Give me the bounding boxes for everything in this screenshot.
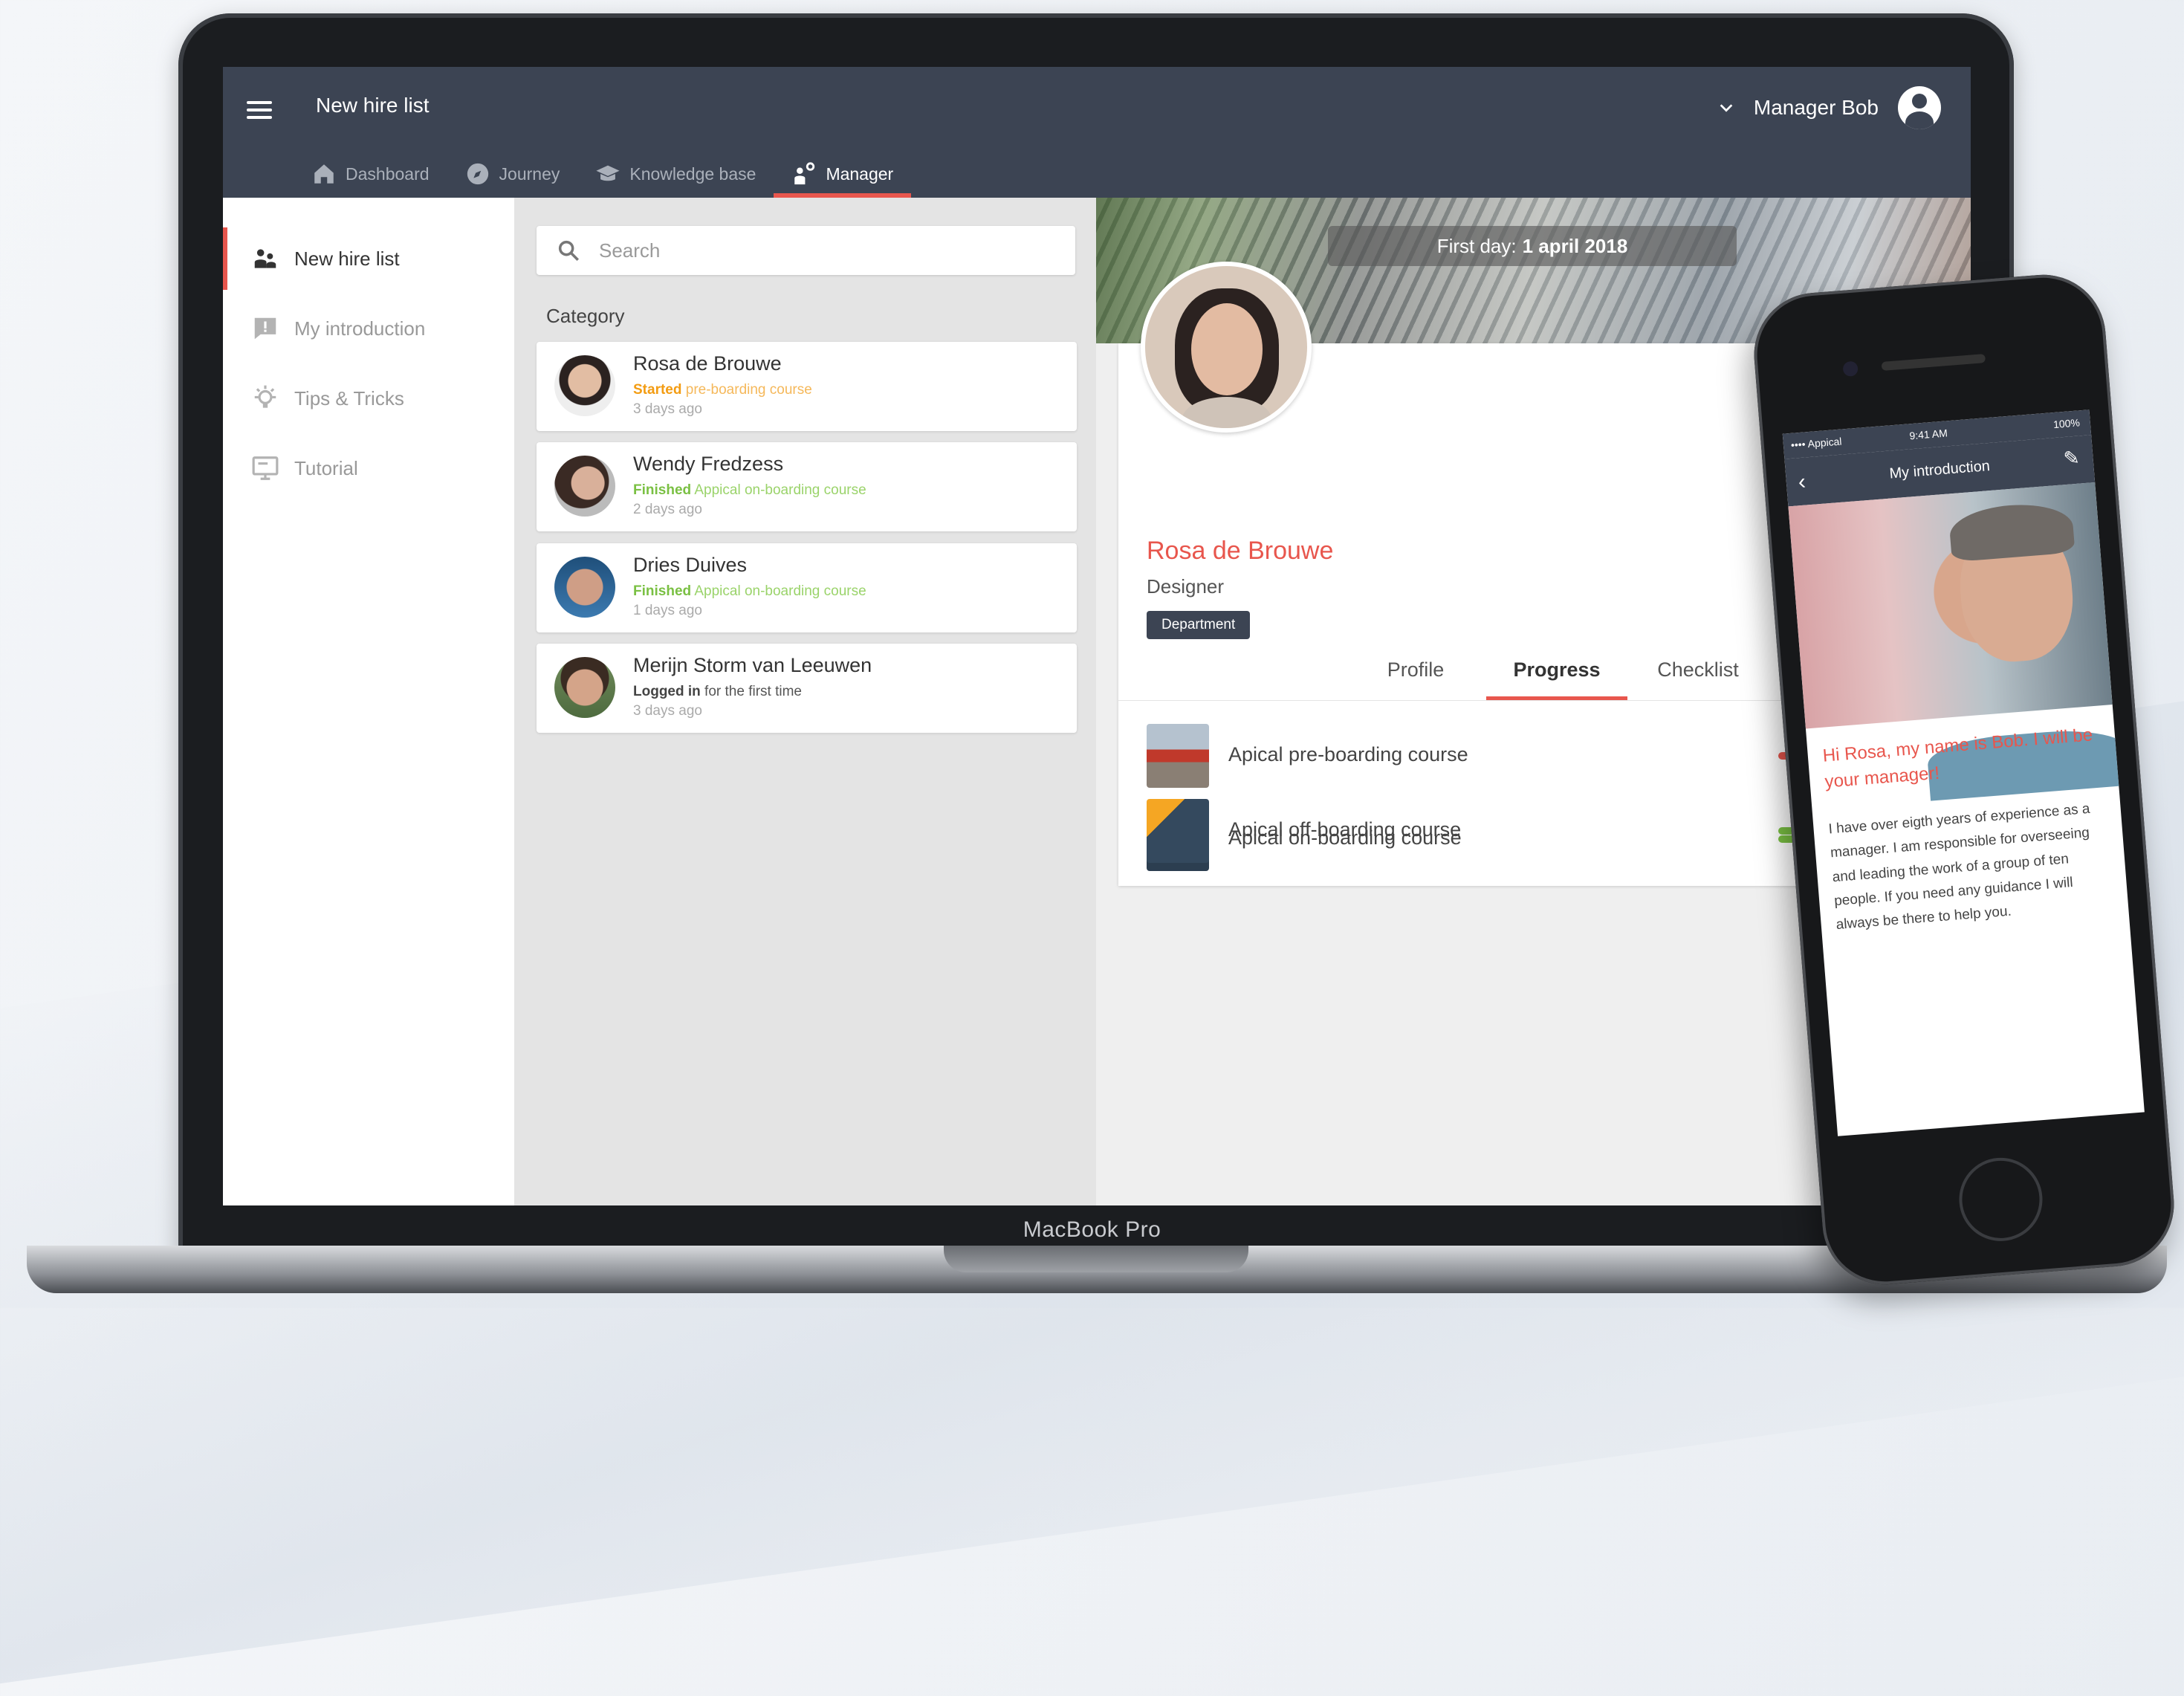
category-label: Category (546, 305, 625, 327)
compass-icon (467, 163, 488, 185)
new-hire-list-panel: Category Rosa de Brouwe Started pre-boar… (514, 198, 1096, 1205)
search-box[interactable] (537, 226, 1075, 275)
hire-name: Rosa de Brouwe (633, 352, 782, 375)
people-icon (254, 249, 276, 268)
list-item[interactable]: Merijn Storm van Leeuwen Logged in for t… (537, 644, 1077, 733)
chevron-down-icon[interactable] (1718, 100, 1734, 116)
hire-name: Merijn Storm van Leeuwen (633, 654, 872, 676)
account-icon[interactable] (1898, 86, 1941, 129)
profile-role: Designer (1147, 575, 1225, 598)
sidebar-item-label: New hire list (294, 247, 400, 270)
carrier-label: •••• Appical (1790, 435, 1843, 451)
course-title: Apical off-boarding course (1228, 818, 1462, 841)
hire-status: Started pre-boarding course (633, 382, 812, 398)
avatar (554, 355, 615, 416)
graduation-cap-icon (596, 165, 620, 181)
list-item[interactable]: Dries Duives Finished Appical on-boardin… (537, 543, 1077, 632)
course-thumbnail (1147, 799, 1209, 863)
hire-name: Wendy Fredzess (633, 453, 784, 475)
search-input[interactable] (597, 238, 1046, 263)
home-button[interactable] (1956, 1154, 2046, 1245)
tab-checklist[interactable]: Checklist (1627, 654, 1769, 700)
phone-screen: •••• Appical 9:41 AM 100% ‹ My introduct… (1782, 410, 2145, 1136)
profile-photo (1141, 262, 1312, 433)
sidebar: New hire list My introduction Tips & Tri… (223, 198, 514, 1205)
sidebar-item-label: Tips & Tricks (294, 386, 404, 410)
intro-text: I have over eigth years of experience as… (1827, 800, 2091, 933)
clock: 9:41 AM (1908, 427, 1948, 442)
list-item[interactable]: Wendy Fredzess Finished Appical on-board… (537, 442, 1077, 531)
profile-name: Rosa de Brouwe (1147, 537, 1334, 565)
laptop-screen: New hire list Manager Bob Dashboard Jour… (223, 67, 1971, 1205)
nav-label: Journey (499, 164, 560, 184)
list-item[interactable]: Rosa de Brouwe Started pre-boarding cour… (537, 342, 1077, 431)
hire-timestamp: 3 days ago (633, 401, 702, 417)
phone-speaker (1881, 354, 1986, 371)
avatar (554, 557, 615, 618)
course-title: Apical pre-boarding course (1228, 743, 1468, 766)
user-menu[interactable]: Manager Bob (1718, 86, 1941, 129)
phone-title: My introduction (1888, 458, 1991, 482)
hire-timestamp: 3 days ago (633, 703, 702, 719)
tab-progress[interactable]: Progress (1486, 654, 1627, 700)
tab-profile[interactable]: Profile (1345, 654, 1486, 700)
course-thumbnail (1147, 724, 1209, 788)
phone-camera (1842, 360, 1859, 378)
avatar (554, 456, 615, 517)
department-badge: Department (1147, 611, 1251, 639)
first-day-label: First day: 1 april 2018 (1328, 226, 1737, 266)
user-name[interactable]: Manager Bob (1754, 96, 1879, 120)
nav-label: Knowledge base (629, 164, 756, 184)
lightbulb-icon (254, 385, 276, 408)
nav-journey[interactable]: Journey (447, 150, 578, 198)
search-icon (558, 240, 580, 262)
nav-knowledge-base[interactable]: Knowledge base (577, 150, 774, 198)
sidebar-item-new-hire-list[interactable]: New hire list (223, 227, 514, 290)
laptop-notch (944, 1246, 1248, 1272)
hire-timestamp: 1 days ago (633, 603, 702, 618)
hire-status: Finished Appical on-boarding course (633, 482, 866, 498)
sidebar-item-my-introduction[interactable]: My introduction (223, 297, 514, 360)
hire-status: Logged in for the first time (633, 684, 802, 699)
hire-timestamp: 2 days ago (633, 502, 702, 517)
hamburger-menu-icon[interactable] (247, 97, 272, 122)
manager-photo (1788, 482, 2131, 801)
pencil-icon[interactable]: ✎ (2063, 447, 2081, 471)
home-icon (314, 164, 334, 184)
speech-bubble-icon (254, 317, 276, 340)
main-nav: Dashboard Journey Knowledge base Manager (294, 150, 912, 198)
monitor-icon (252, 456, 279, 480)
nav-label: Manager (826, 164, 894, 184)
sidebar-item-tutorial[interactable]: Tutorial (223, 437, 514, 499)
top-bar: New hire list Manager Bob Dashboard Jour… (223, 67, 1971, 198)
battery-label: 100% (2052, 416, 2081, 431)
nav-manager[interactable]: Manager (774, 150, 912, 198)
manager-icon (794, 162, 815, 185)
nav-label: Dashboard (346, 164, 430, 184)
page-title: New hire list (316, 94, 430, 117)
hire-name: Dries Duives (633, 554, 748, 576)
sidebar-item-label: My introduction (294, 317, 426, 340)
nav-dashboard[interactable]: Dashboard (294, 150, 447, 198)
profile-tabs: Profile Progress Checklist (1345, 654, 1769, 700)
hire-status: Finished Appical on-boarding course (633, 583, 866, 599)
sidebar-item-tips-tricks[interactable]: Tips & Tricks (223, 367, 514, 430)
sidebar-item-label: Tutorial (294, 456, 358, 479)
avatar (554, 657, 615, 718)
